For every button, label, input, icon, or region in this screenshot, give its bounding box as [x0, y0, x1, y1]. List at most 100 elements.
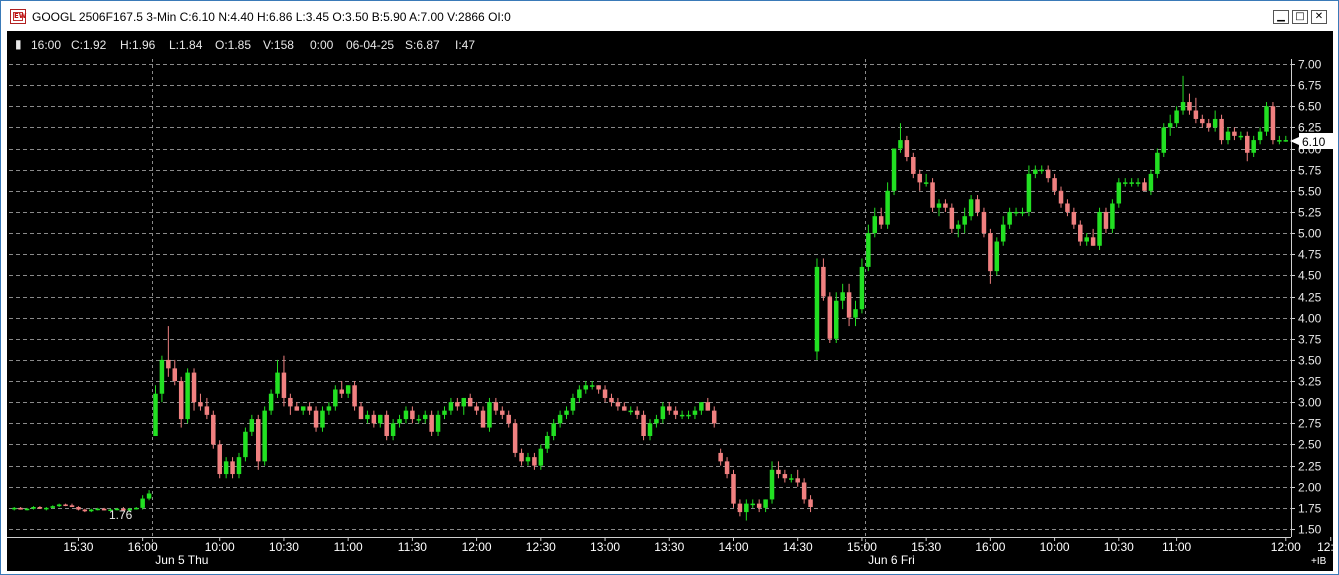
candle-body	[853, 309, 858, 318]
x-tick-label: 10:30	[269, 540, 299, 554]
candle-body	[442, 410, 447, 415]
candle-body	[1058, 190, 1064, 204]
x-tick-label: 10:00	[205, 540, 235, 554]
x-tick-label: 10:30	[1104, 540, 1134, 554]
candle-body	[756, 503, 762, 508]
candle-body	[140, 498, 145, 508]
candle-body	[840, 292, 845, 301]
candle-body	[1000, 224, 1006, 242]
info-low: L:1.84	[169, 38, 203, 52]
info-open: O:1.85	[215, 38, 251, 52]
prior-close-label: 1.76	[109, 508, 133, 522]
candle-body	[288, 397, 293, 407]
candle-body	[1007, 211, 1012, 225]
y-tick-label: 6.75	[1298, 79, 1322, 93]
candle-body	[24, 508, 30, 511]
candle-body	[1193, 110, 1199, 119]
candle-body	[936, 203, 942, 208]
candle-body	[1013, 211, 1019, 214]
candle-body	[76, 507, 81, 510]
candle-body	[133, 507, 139, 510]
candle-body	[647, 423, 653, 436]
info-date: 06-04-25	[346, 38, 394, 52]
candle-body	[461, 397, 467, 407]
candle-body	[56, 504, 62, 507]
candle-body	[320, 410, 325, 428]
candle-body	[724, 461, 730, 475]
candle-body	[1187, 102, 1192, 111]
candle-body	[294, 406, 300, 411]
close-button[interactable]: ✕	[1311, 10, 1327, 24]
x-tick-label: 15:00	[847, 540, 877, 554]
info-close: C:1.92	[71, 38, 107, 52]
candle-body	[467, 397, 473, 407]
candle-body	[204, 406, 210, 415]
candle-body	[448, 402, 454, 411]
y-tick-label: 6.25	[1298, 121, 1322, 135]
window-title: GOOGL 2506F167.5 3-Min C:6.10 N:4.40 H:6…	[32, 10, 511, 24]
x-tick-label: 11:00	[334, 540, 363, 554]
candle-body	[146, 493, 152, 499]
price-chart[interactable]: 7.006.756.506.256.005.755.505.255.004.75…	[7, 31, 1333, 571]
candle-body	[191, 372, 197, 403]
last-price-value: 6.10	[1302, 135, 1326, 149]
candle-body	[885, 190, 890, 225]
candle-body	[782, 474, 788, 479]
candle-body	[1045, 169, 1051, 179]
candle-body	[300, 406, 306, 411]
candle-body	[506, 414, 511, 424]
x-tick-label: 14:00	[718, 540, 748, 554]
candle-body	[641, 414, 646, 436]
candle-body	[198, 402, 203, 407]
candle-body	[769, 469, 775, 500]
corner-label[interactable]: +IB	[1311, 556, 1327, 567]
candle-body	[692, 410, 698, 415]
candle-body	[1052, 178, 1057, 191]
app-logo-icon[interactable]	[10, 9, 27, 24]
minimize-button[interactable]: ▁	[1273, 10, 1289, 24]
candle-body	[1090, 237, 1096, 246]
candle-body	[1020, 211, 1025, 214]
candle-body	[223, 461, 229, 475]
y-tick-label: 2.25	[1298, 460, 1322, 474]
candle-body	[159, 359, 165, 394]
candle-body	[1071, 211, 1077, 225]
candle-body	[1129, 182, 1134, 184]
candle-body	[898, 140, 903, 149]
candle-body	[975, 199, 980, 212]
y-tick-label: 2.75	[1298, 417, 1322, 431]
candle-body	[31, 507, 36, 509]
candle-body	[776, 469, 781, 475]
candle-body	[166, 359, 171, 369]
candle-body	[435, 414, 441, 432]
candle-body	[44, 507, 49, 510]
candle-body	[1148, 173, 1154, 191]
candle-body	[480, 410, 486, 428]
candle-body	[1251, 140, 1256, 153]
candle-body	[1212, 118, 1218, 128]
maximize-button[interactable]: □	[1292, 10, 1308, 24]
candle-body	[1155, 152, 1160, 174]
date-label: Jun 6 Fri	[868, 553, 915, 567]
title-bar[interactable]: GOOGL 2506F167.5 3-Min C:6.10 N:4.40 H:6…	[1, 1, 1338, 31]
candle-body	[654, 419, 659, 424]
chart-area[interactable]: 7.00 6.75 6.50 6.25 6.00 5.75 5.50 5.25 5.00 4.75…	[7, 31, 1333, 571]
candle-body	[1219, 118, 1224, 141]
y-tick-label: 5.00	[1298, 227, 1322, 241]
candle-body	[365, 414, 370, 420]
candle-body	[371, 414, 377, 424]
candle-body	[544, 436, 550, 449]
y-tick-label: 4.50	[1298, 269, 1322, 283]
candle-body	[1206, 123, 1211, 128]
candle-body	[1078, 224, 1083, 242]
candle-body	[313, 410, 319, 428]
candle-body	[101, 508, 107, 511]
date-label: Jun 5 Thu	[155, 553, 208, 567]
x-tick-label: 11:30	[398, 540, 427, 554]
y-tick-label: 2.00	[1298, 481, 1322, 495]
candle-body	[943, 203, 948, 208]
y-tick-label: 5.75	[1298, 164, 1322, 178]
y-tick-label: 1.50	[1298, 523, 1322, 537]
candle-body	[326, 406, 332, 411]
candle-body	[185, 372, 190, 420]
